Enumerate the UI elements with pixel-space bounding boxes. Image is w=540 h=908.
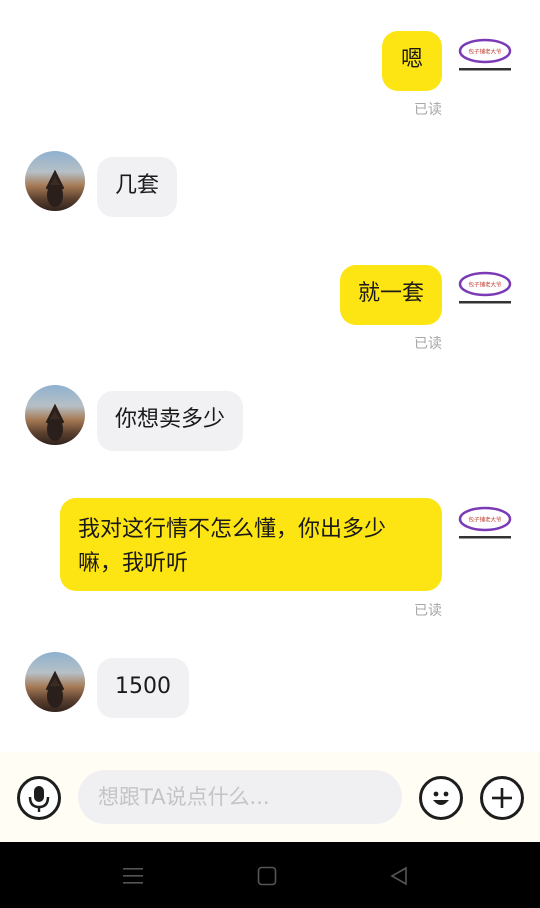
chat-message-list[interactable]: 嗯 包子铺老大爷 已读 几套 就一套 包子铺老大爷 已读 你想卖多少 我对这行情…: [0, 0, 540, 752]
voice-input-button[interactable]: [17, 776, 61, 820]
outgoing-message-bubble[interactable]: 就一套: [339, 265, 442, 325]
incoming-message-bubble[interactable]: 1500: [97, 658, 189, 718]
message-composer: 想跟TA说点什么...: [0, 752, 540, 842]
read-status: 已读: [414, 603, 442, 619]
self-avatar[interactable]: 包子铺老大爷: [458, 271, 512, 305]
avatar-figure-icon: [45, 670, 65, 708]
outgoing-message-bubble[interactable]: 我对这行情不怎么懂，你出多少 嘛，我听听: [60, 498, 442, 591]
menu-icon[interactable]: [122, 867, 144, 885]
self-avatar[interactable]: 包子铺老大爷: [458, 38, 512, 72]
avatar-figure-icon: [45, 169, 65, 207]
self-avatar[interactable]: 包子铺老大爷: [458, 506, 512, 540]
message-input[interactable]: 想跟TA说点什么...: [78, 770, 402, 824]
plus-icon: [492, 788, 512, 808]
add-attachment-button[interactable]: [480, 776, 524, 820]
contact-avatar[interactable]: [25, 385, 85, 445]
avatar-figure-icon: [45, 403, 65, 441]
contact-avatar[interactable]: [25, 151, 85, 211]
read-status: 已读: [414, 102, 442, 118]
contact-avatar[interactable]: [25, 652, 85, 712]
back-triangle-icon[interactable]: [389, 866, 409, 886]
read-status: 已读: [414, 336, 442, 352]
system-navigation-bar: [0, 842, 540, 908]
microphone-icon: [28, 786, 50, 812]
emoji-icon: [433, 791, 449, 805]
home-square-icon[interactable]: [257, 866, 277, 886]
incoming-message-bubble[interactable]: 你想卖多少: [97, 391, 244, 451]
emoji-button[interactable]: [419, 776, 463, 820]
outgoing-message-bubble[interactable]: 嗯: [382, 31, 442, 91]
self-avatar-label: 包子铺老大爷: [468, 48, 502, 56]
self-avatar-label: 包子铺老大爷: [468, 281, 502, 289]
incoming-message-bubble[interactable]: 几套: [97, 157, 178, 217]
self-avatar-label: 包子铺老大爷: [468, 516, 502, 524]
